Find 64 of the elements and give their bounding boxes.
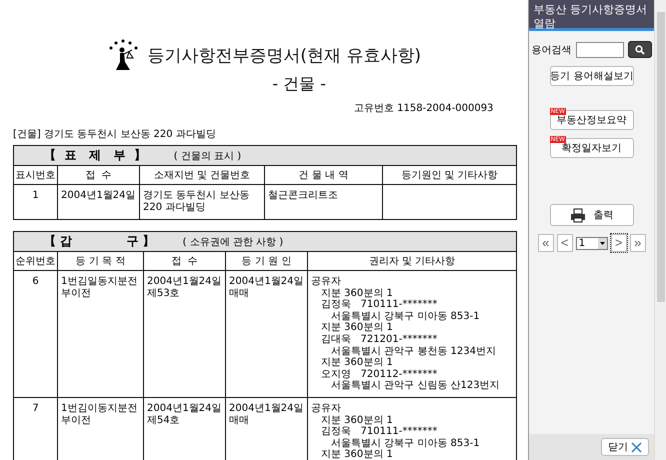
page-select[interactable]: 1	[576, 236, 608, 250]
table-cell: 2004년1월24일	[58, 184, 140, 220]
property-address: [건물] 경기도 동두천시 보산동 220 과다빌딩	[13, 128, 217, 141]
unique-number: 고유번호 1158-2004-000093	[352, 102, 494, 115]
cause-date: 2004년1월24일	[229, 402, 304, 415]
receipt-date: 2004년1월24일	[147, 402, 222, 415]
rights-line: 서울특별시 강북구 미아동 853-1	[331, 438, 481, 450]
rights-line: 서울특별시 관악구 봉천동 1234번지	[331, 346, 497, 358]
glossary-button[interactable]: 등기 용어해설보기	[550, 66, 634, 86]
rights-line: 공유자	[311, 402, 342, 415]
printer-icon	[570, 208, 586, 222]
rights-line: 지분 360분의 1	[321, 322, 394, 334]
document-title: 등기사항전부증명서(현재 유효사항)	[147, 44, 422, 66]
table-cell: 1	[14, 184, 58, 220]
rights-line: 지분 360분의 1	[321, 449, 394, 460]
last-page-button[interactable]: »	[630, 234, 646, 252]
section-title: 【 갑 구 】	[44, 234, 155, 248]
rights-line: 김정욱 710111-*******	[321, 299, 438, 311]
table-cell: 1번김일동지분전부이전	[58, 270, 144, 398]
receipt-date: 2004년1월24일	[147, 276, 222, 288]
search-button[interactable]	[628, 41, 652, 58]
table-cell: 7	[14, 397, 58, 460]
search-icon	[634, 44, 645, 54]
panel-title: 부동산 등기사항증명서 열람	[529, 0, 654, 31]
print-button[interactable]: 출력	[550, 204, 634, 226]
section-subtitle: ( 건물의 표시 )	[174, 151, 242, 162]
previous-page-button[interactable]: <	[556, 234, 573, 252]
search-label: 용어검색	[532, 44, 572, 56]
rights-line: 지분 360분의 1	[321, 288, 394, 300]
column-header: 건 물 내 역	[264, 166, 382, 184]
receipt-number: 제54호	[147, 414, 181, 426]
first-page-button[interactable]: «	[538, 234, 554, 252]
column-header: 권리자 및 기타사항	[308, 252, 516, 270]
table-cell: 6	[14, 270, 58, 398]
table-cell: 경기도 동두천시 보산동 220 과다빌딩	[140, 184, 264, 220]
cause-text: 매매	[229, 414, 250, 426]
column-header: 등기원인 및 기타사항	[382, 166, 516, 184]
search-field[interactable]	[576, 42, 624, 58]
next-page-button[interactable]: >	[610, 234, 627, 252]
column-header: 접 수	[58, 166, 140, 184]
rights-line: 김대욱 721201-*******	[321, 334, 438, 346]
close-icon	[631, 442, 642, 452]
rights-line: 지분 360분의 1	[321, 357, 394, 369]
table-cell: 철근콘크리트조	[264, 184, 382, 220]
rights-line: 공유자	[311, 276, 342, 288]
close-button[interactable]: 닫기	[601, 438, 650, 456]
rights-line: 지분 360분의 1	[321, 414, 394, 426]
column-header: 등 기 목 적	[58, 252, 144, 270]
rights-line: 서울특별시 강북구 미아동 853-1	[331, 310, 481, 322]
document-subtitle: - 건물 -	[271, 74, 328, 95]
receipt-number: 제53호	[147, 288, 181, 300]
column-header: 등 기 원 인	[226, 252, 308, 270]
column-header: 접 수	[144, 252, 226, 270]
cause-date: 2004년1월24일	[229, 276, 304, 288]
column-header: 순위번호	[14, 252, 58, 270]
section-subtitle: ( 소유권에 관한 사항 )	[182, 237, 284, 248]
scrollbar[interactable]	[654, 0, 666, 460]
rights-line: 김정욱 710111-*******	[321, 426, 438, 438]
rights-line: 오지영 720112-*******	[321, 368, 438, 380]
column-header: 소재지번 및 건물번호	[140, 166, 264, 184]
section-title: 【 표 제 부 】	[44, 148, 146, 162]
column-header: 표시번호	[14, 166, 58, 184]
rights-line: 서울특별시 관악구 신림동 산123번지	[331, 380, 501, 392]
cause-text: 매매	[229, 288, 250, 300]
